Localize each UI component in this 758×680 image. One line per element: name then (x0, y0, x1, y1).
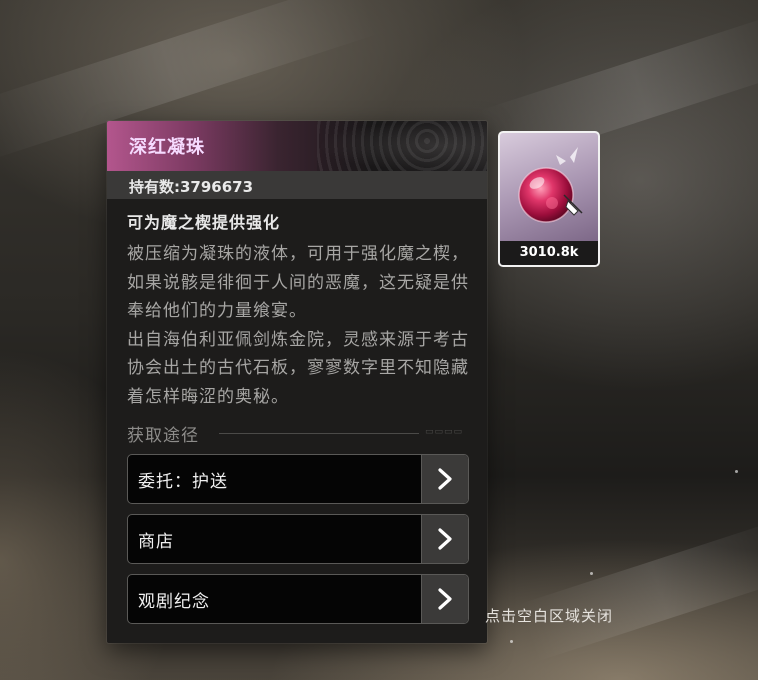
crimson-orb-icon (518, 147, 583, 223)
source-route-escort[interactable]: 委托：护送 (127, 454, 469, 504)
chevron-right-icon[interactable] (421, 455, 468, 503)
background-sparkle (590, 572, 593, 575)
item-detail-panel: 深红凝珠 持有数:3796673 可为魔之楔提供强化 被压缩为凝珠的液体，可用于… (107, 121, 487, 643)
owned-count-bar: 持有数:3796673 (107, 171, 487, 199)
background-sparkle (510, 640, 513, 643)
item-description: 被压缩为凝珠的液体，可用于强化魔之楔，如果说骸是徘徊于人间的恶魔，这无疑是供奉给… (127, 244, 469, 407)
background-area[interactable]: 深红凝珠 持有数:3796673 可为魔之楔提供强化 被压缩为凝珠的液体，可用于… (0, 0, 758, 680)
route-label: 商店 (138, 532, 174, 552)
source-route-shop[interactable]: 商店 (127, 514, 469, 564)
item-name: 深红凝珠 (129, 137, 205, 158)
item-title-bar: 深红凝珠 (107, 121, 487, 171)
background-sparkle (735, 470, 738, 473)
route-label: 观剧纪念 (138, 592, 210, 612)
source-decoration: ▭▭▭▭ (425, 427, 464, 437)
source-route-theater[interactable]: 观剧纪念 (127, 574, 469, 624)
route-label: 委托：护送 (138, 472, 228, 492)
item-card[interactable]: 3010.8k (498, 131, 600, 267)
marble-texture (317, 121, 487, 171)
item-effect-title: 可为魔之楔提供强化 (127, 213, 281, 232)
source-label: 获取途径 (127, 426, 199, 446)
source-divider (219, 433, 419, 434)
owned-count: 持有数:3796673 (129, 178, 254, 196)
chevron-right-icon[interactable] (421, 515, 468, 563)
chevron-right-icon[interactable] (421, 575, 468, 623)
background-streak (517, 518, 758, 662)
source-header: 获取途径 ▭▭▭▭ (127, 421, 472, 446)
card-quantity: 3010.8k (500, 241, 598, 265)
close-hint: 点击空白区域关闭 (485, 607, 614, 625)
